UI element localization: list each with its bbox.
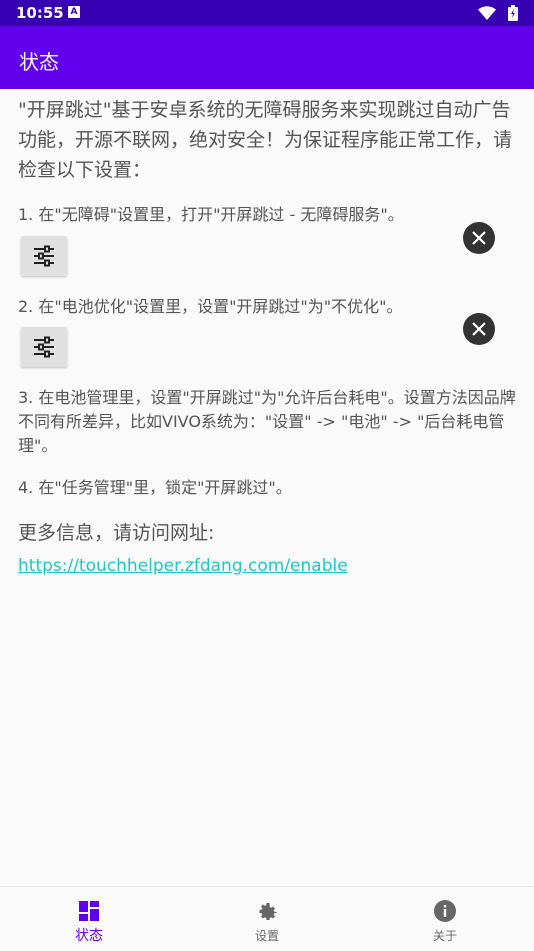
more-info-text: 更多信息，请访问网址:	[18, 522, 215, 544]
accessibility-settings-button[interactable]	[21, 236, 67, 276]
nav-item-settings[interactable]: 设置	[178, 887, 356, 951]
nav-item-status[interactable]: 状态	[0, 887, 178, 951]
intro-text: "开屏跳过"基于安卓系统的无障碍服务来实现跳过自动广告功能，开源不联网，绝对安全…	[18, 99, 513, 181]
help-link[interactable]: https://touchhelper.zfdang.com/enable	[18, 556, 348, 576]
step-4-text: 4. 在"任务管理"里，锁定"开屏跳过"。	[18, 478, 292, 497]
notification-icon: A	[68, 6, 80, 18]
app-bar: 状态	[0, 26, 534, 89]
gear-icon	[259, 903, 277, 920]
step-1-text: 1. 在"无障碍"设置里，打开"开屏跳过 - 无障碍服务"。	[18, 205, 404, 224]
step-3-text: 3. 在电池管理里，设置"开屏跳过"为"允许后台耗电"。设置方法因品牌不同有所差…	[18, 388, 516, 455]
step-2-text: 2. 在"电池优化"设置里，设置"开屏跳过"为"不优化"。	[18, 297, 403, 316]
nav-label-settings: 设置	[254, 929, 279, 943]
info-icon	[434, 900, 456, 922]
tune-icon	[34, 336, 54, 358]
battery-optimization-settings-button[interactable]	[21, 327, 67, 367]
nav-label-about: 关于	[432, 929, 457, 943]
status-bar: 10:55 A	[0, 0, 534, 26]
battery-icon	[508, 5, 518, 21]
step-2-status-x-icon	[463, 313, 495, 345]
nav-label-status: 状态	[75, 928, 103, 944]
dashboard-icon	[79, 901, 99, 921]
tune-icon	[34, 245, 54, 267]
status-time: 10:55	[16, 4, 64, 22]
bottom-nav: 状态 设置 关于	[0, 886, 534, 951]
page-title: 状态	[19, 50, 59, 74]
wifi-icon	[478, 6, 496, 20]
nav-item-about[interactable]: 关于	[356, 887, 534, 951]
step-1-status-x-icon	[463, 222, 495, 254]
